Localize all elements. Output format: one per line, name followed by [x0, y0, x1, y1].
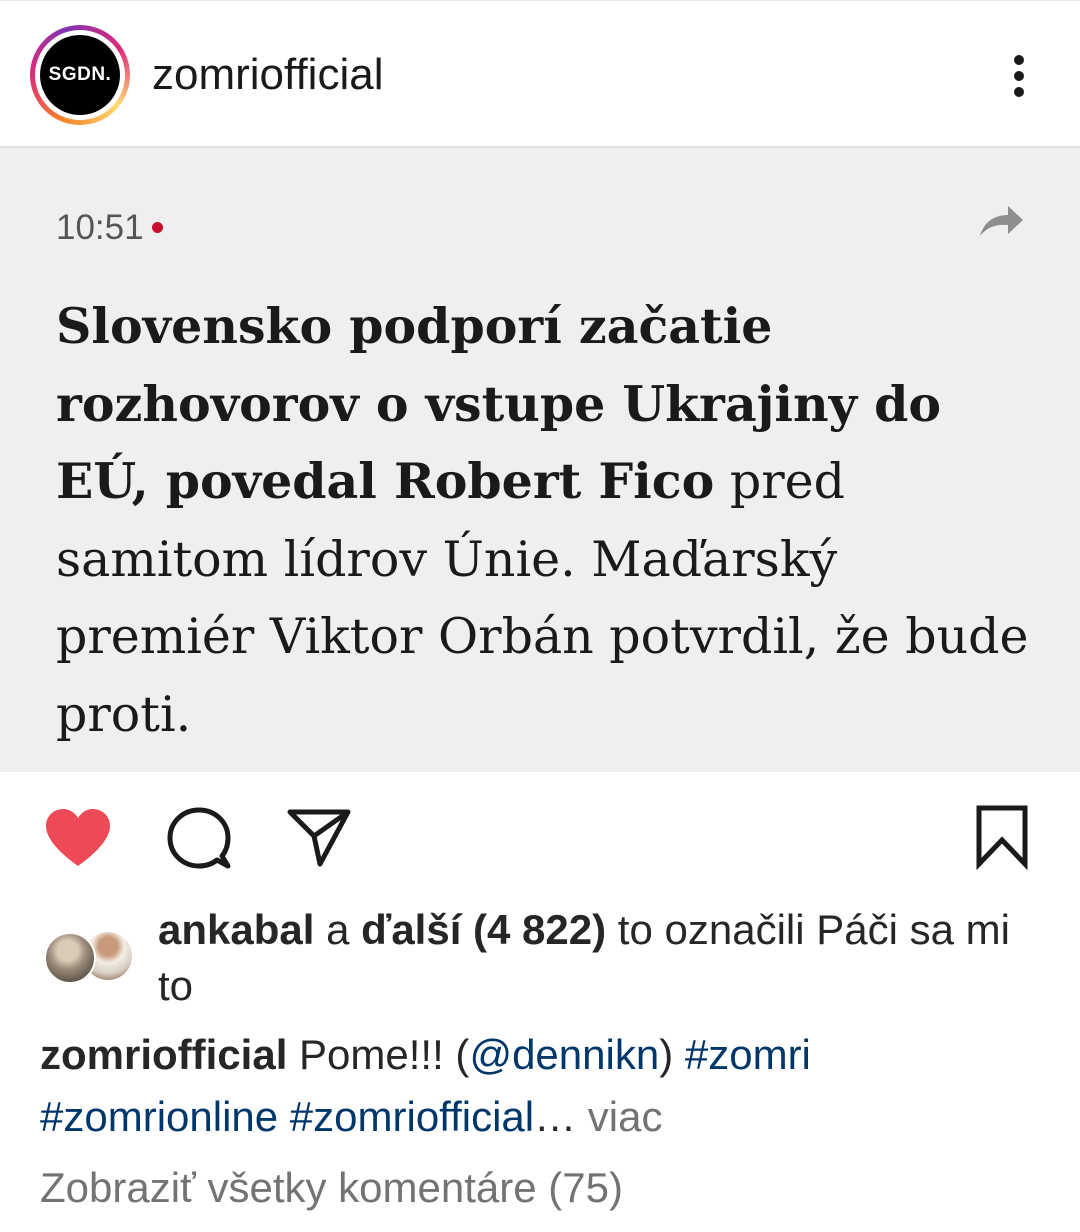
others-link[interactable]: ďalší (4 822): [361, 906, 606, 953]
heart-icon[interactable]: [44, 808, 112, 868]
hashtag-link[interactable]: #zomrionline: [40, 1093, 278, 1140]
headline: Slovensko podporí začatie rozhovorov o v…: [56, 288, 1046, 753]
caption: zomriofficial Pome!!! (@dennikn) #zomri #…: [40, 1031, 811, 1140]
bookmark-icon[interactable]: [974, 804, 1030, 870]
action-bar: [0, 772, 1080, 892]
caption-username[interactable]: zomriofficial: [40, 1031, 287, 1078]
hashtag-link[interactable]: #zomriofficial: [290, 1093, 534, 1140]
hashtag-link[interactable]: #zomri: [685, 1031, 811, 1078]
view-all-comments-link[interactable]: Zobraziť všetky komentáre (75): [40, 1160, 623, 1216]
liker-avatars[interactable]: [44, 930, 136, 984]
share-arrow-icon: [980, 206, 1023, 236]
liker-username[interactable]: ankabal: [158, 906, 314, 953]
profile-avatar[interactable]: SGDN.: [30, 25, 130, 125]
more-options-icon[interactable]: [1000, 51, 1040, 101]
likes-summary[interactable]: ankabal a ďalší (4 822) to označili Páči…: [158, 902, 1038, 1014]
share-icon[interactable]: [286, 806, 352, 868]
avatar: [44, 932, 96, 984]
post-image[interactable]: 10:51 Slovensko podporí začatie rozhovor…: [0, 146, 1080, 772]
username-link[interactable]: zomriofficial: [152, 49, 383, 101]
more-link[interactable]: viac: [576, 1093, 663, 1140]
timestamp: 10:51: [56, 208, 144, 247]
mention-link[interactable]: @dennikn: [469, 1031, 659, 1078]
avatar-logo: SGDN.: [40, 35, 120, 115]
post-header: SGDN. zomriofficial: [0, 0, 1080, 146]
live-dot: [152, 222, 163, 233]
comment-icon[interactable]: [166, 806, 232, 872]
